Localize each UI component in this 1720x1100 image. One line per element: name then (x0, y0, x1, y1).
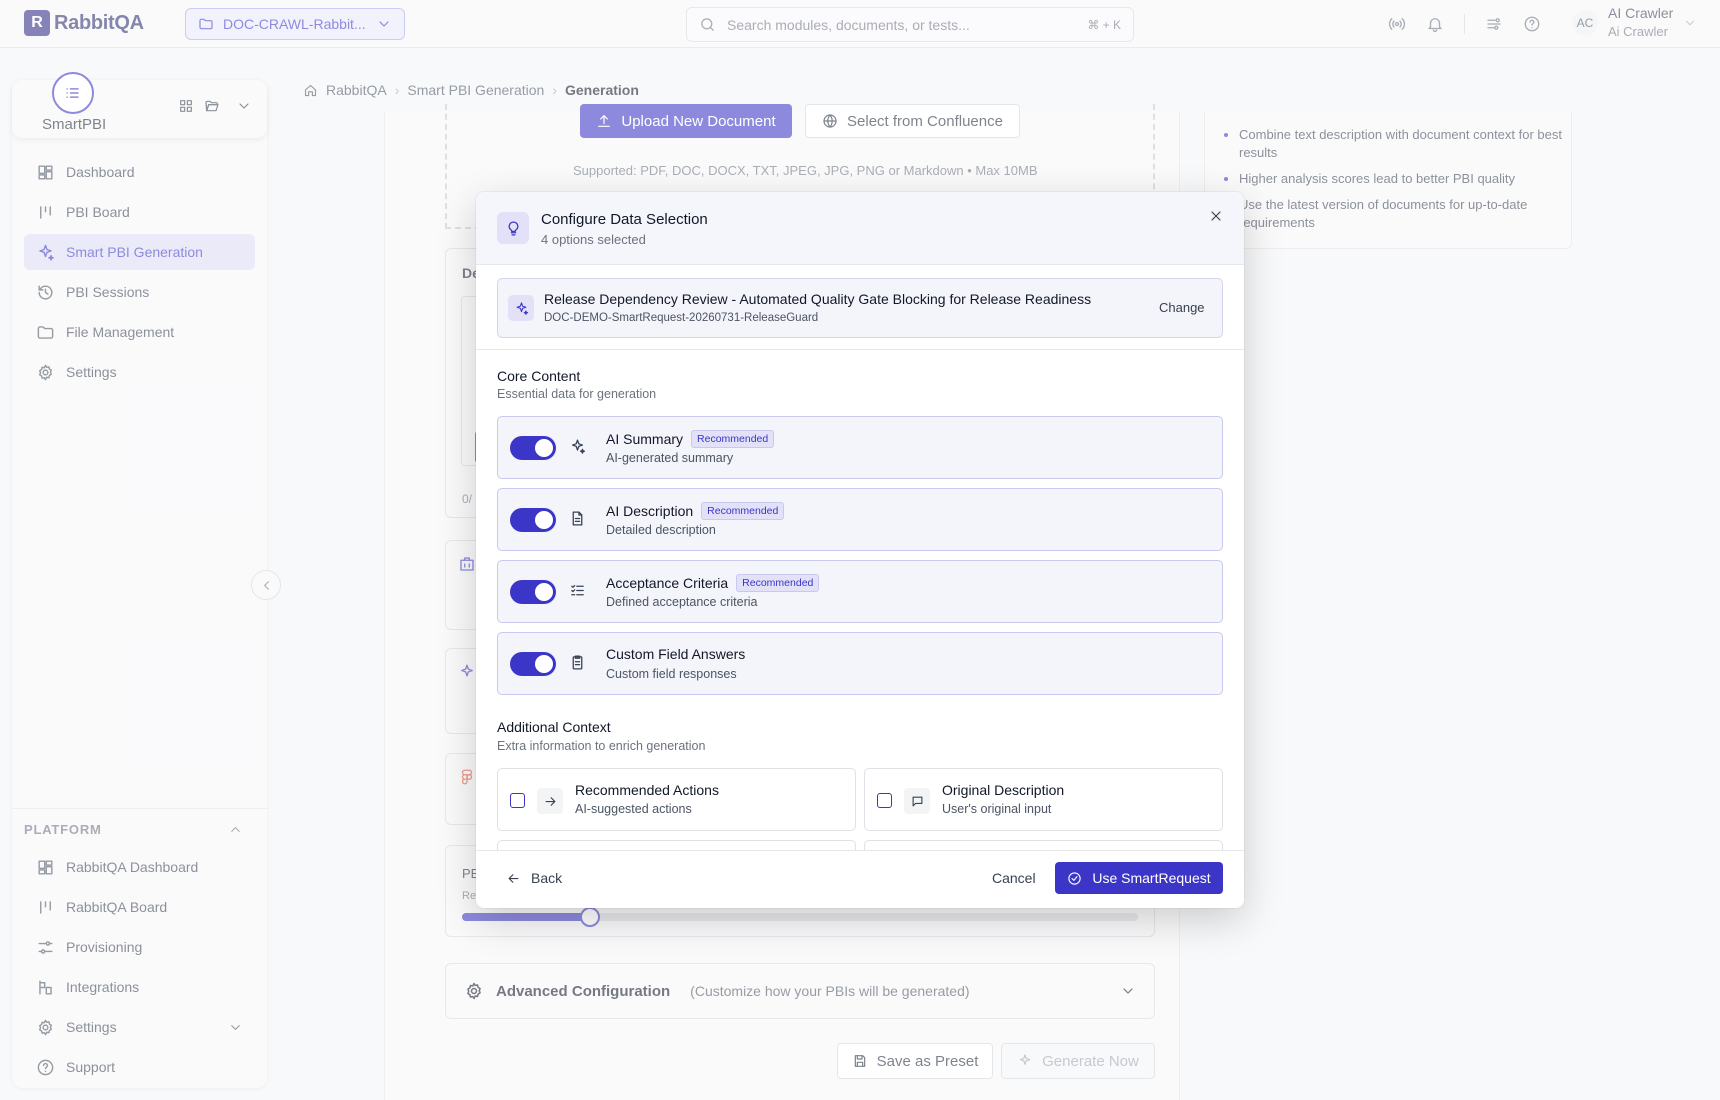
configure-data-selection-dialog: Configure Data Selection 4 options selec… (476, 192, 1244, 908)
document-id: DOC-DEMO-SmartRequest-20260731-ReleaseGu… (544, 312, 819, 324)
recommended-badge: Recommended (701, 502, 785, 520)
checklist-icon (569, 582, 586, 599)
sparkle-icon (508, 295, 534, 321)
additional-context-heading: Additional Context (497, 719, 611, 735)
arrow-right-icon (537, 788, 563, 814)
option-label: AI Description (606, 503, 694, 519)
document-title: Release Dependency Review - Automated Qu… (544, 291, 1092, 307)
option-label: Custom Field Answers (606, 646, 746, 662)
option-description: Detailed description (606, 523, 716, 537)
dialog-header: Configure Data Selection 4 options selec… (476, 192, 1244, 265)
option-acceptance-criteria[interactable]: Acceptance Criteria Recommended Defined … (497, 560, 1223, 623)
original-description-checkbox[interactable] (877, 793, 892, 808)
selected-document: Release Dependency Review - Automated Qu… (497, 278, 1223, 338)
option-description: Defined acceptance criteria (606, 595, 758, 609)
acceptance-criteria-toggle[interactable] (510, 580, 556, 604)
option-title: AI Description Recommended (606, 502, 785, 520)
use-smartrequest-label: Use SmartRequest (1092, 870, 1211, 886)
ai-summary-toggle[interactable] (510, 436, 556, 460)
core-content-subtitle: Essential data for generation (497, 387, 657, 401)
use-smartrequest-button[interactable]: Use SmartRequest (1055, 862, 1223, 894)
back-label: Back (531, 870, 563, 886)
arrow-left-icon (508, 873, 519, 883)
additional-context-subtitle: Extra information to enrich generation (497, 739, 706, 753)
option-label: AI Summary (606, 431, 684, 447)
recommended-badge: Recommended (691, 430, 775, 448)
option-ai-summary[interactable]: AI Summary Recommended AI-generated summ… (497, 416, 1223, 479)
back-button[interactable]: Back (506, 870, 562, 886)
option-title: AI Summary Recommended (606, 430, 775, 448)
option-label: Original Description (942, 782, 1065, 798)
option-original-description[interactable]: Original Description User's original inp… (864, 768, 1223, 831)
option-description: AI-generated summary (606, 451, 734, 465)
option-ai-description[interactable]: AI Description Recommended Detailed desc… (497, 488, 1223, 551)
check-circle-icon (1068, 871, 1082, 885)
sparkle-icon (569, 438, 586, 455)
recommended-actions-checkbox[interactable] (510, 793, 525, 808)
option-label: Recommended Actions (575, 782, 719, 798)
message-icon (904, 788, 930, 814)
option-custom-field-answers[interactable]: Custom Field Answers Custom field respon… (497, 632, 1223, 695)
option-recommended-actions[interactable]: Recommended Actions AI-suggested actions (497, 768, 856, 831)
dialog-subtitle: 4 options selected (541, 232, 646, 247)
option-title: Custom Field Answers (606, 646, 745, 662)
ai-description-toggle[interactable] (510, 508, 556, 532)
divider (476, 349, 1244, 350)
core-content-heading: Core Content (497, 368, 581, 384)
close-button[interactable] (1208, 208, 1224, 224)
dialog-title: Configure Data Selection (541, 211, 708, 228)
document-icon (569, 510, 586, 527)
clipboard-icon (569, 654, 586, 671)
option-description: AI-suggested actions (575, 802, 692, 816)
dialog-footer: Back Cancel Use SmartRequest (476, 850, 1244, 908)
change-document-button[interactable]: Change (1159, 300, 1205, 315)
lightbulb-icon (497, 212, 529, 244)
option-title: Acceptance Criteria Recommended (606, 574, 820, 592)
close-icon (1211, 211, 1221, 221)
option-description: User's original input (942, 802, 1052, 816)
custom-field-answers-toggle[interactable] (510, 652, 556, 676)
option-label: Acceptance Criteria (606, 575, 729, 591)
recommended-badge: Recommended (736, 574, 820, 592)
option-description: Custom field responses (606, 667, 737, 681)
cancel-button[interactable]: Cancel (992, 870, 1036, 886)
